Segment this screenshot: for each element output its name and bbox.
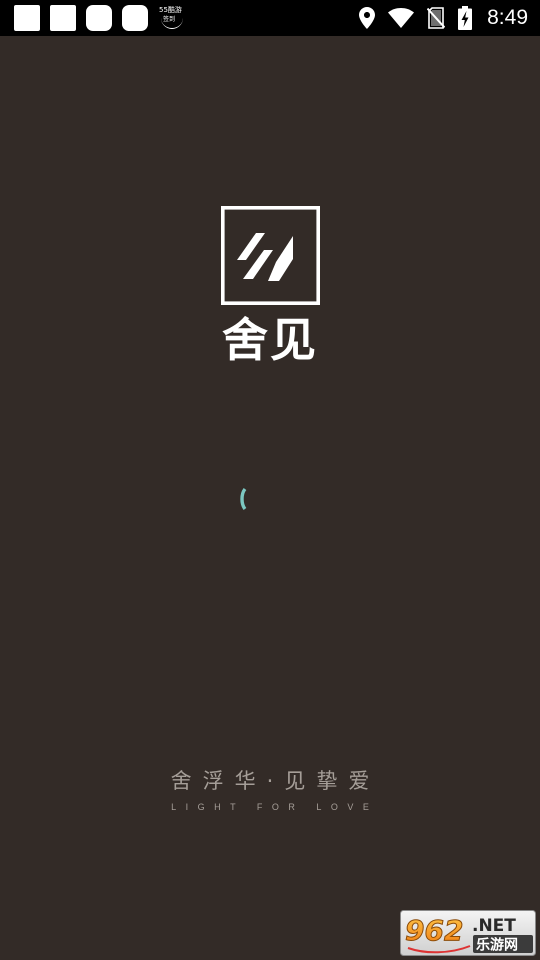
watermark-suffix: .NET [472,916,516,936]
wifi-icon [388,8,415,28]
no-sim-icon [427,7,446,29]
watermark-site-name: 乐游网 [476,937,518,954]
clock: 8:49 [487,6,528,29]
app-notification-label: 签到 [163,16,176,23]
status-bar: 55酷游 签到 8:49 [0,0,540,36]
notification-icon [50,5,76,31]
loading-spinner-icon [240,487,247,511]
slogan-chinese: 舍浮华·见挚爱 [170,769,381,793]
notification-icon [122,5,148,31]
splash-screen: 55酷游 签到 8:49 舍见 舍浮华·见挚爱 LIGHT FOR LOVE 9… [0,0,540,960]
site-watermark-logo: 962 .NET 乐游网 [400,910,536,956]
notification-icons: 55酷游 签到 [14,5,186,31]
app-notification-name: 55酷游 [159,6,182,14]
battery-charging-icon [458,6,473,30]
watermark-number: 962 [405,914,463,947]
app-name: 舍见 [222,313,318,367]
system-icons: 8:49 [359,0,528,36]
slogan-english: LIGHT FOR LOVE [171,802,379,812]
notification-icon [14,5,40,31]
app-logo-icon [221,206,320,305]
location-icon [359,7,376,29]
notification-icon [86,5,112,31]
app-notification-icon: 55酷游 签到 [158,5,186,31]
